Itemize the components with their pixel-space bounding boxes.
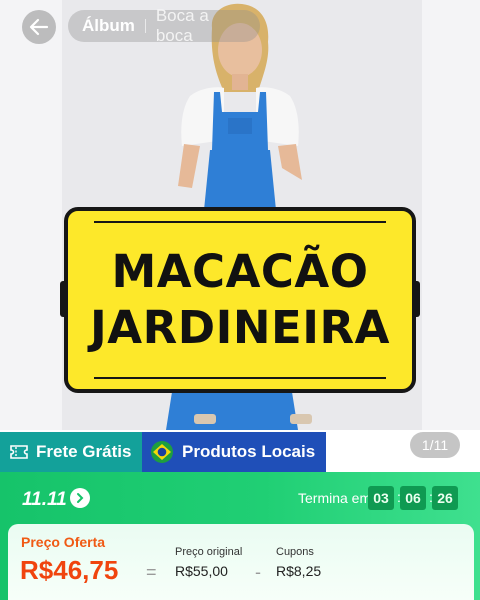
gallery-tab-bar: Álbum Boca a boca [68,6,260,45]
timer-label: Termina em [298,490,372,506]
sign-bracket-left [60,281,68,317]
product-title-sign: MACACÃO JARDINEIRA [60,207,420,393]
sign-rule-bottom [94,377,386,379]
price-card: Preço Oferta R$46,75 = Preço original R$… [8,524,474,600]
coupon-label: Cupons [276,546,314,558]
minus-sign: - [255,562,261,582]
sign-rule-top [94,221,386,223]
photo-margin-left [0,0,62,430]
promo-arrow-button[interactable] [70,488,90,508]
image-counter: 1/11 [410,432,460,458]
tab-reviews[interactable]: Boca a boca [156,6,246,46]
local-products-tag: Produtos Locais [142,432,326,472]
tab-album[interactable]: Álbum [82,16,135,36]
original-price: R$55,00 [175,563,228,579]
free-shipping-label: Frete Grátis [36,442,132,461]
sign-line-2: JARDINEIRA [90,301,390,354]
chevron-right-icon [77,493,84,503]
back-button[interactable] [22,10,56,44]
timer-hours: 03 [368,486,394,510]
offer-price: R$46,75 [20,555,119,585]
promo-title: 11.11 [22,489,67,510]
brazil-flag-icon [151,441,173,463]
free-shipping-tag: Frete Grátis [0,432,142,472]
original-price-label: Preço original [175,546,243,558]
sign-line-1: MACACÃO [111,245,369,298]
offer-price-label: Preço Oferta [21,534,106,550]
timer-minutes: 06 [400,486,426,510]
photo-margin-right [422,0,480,430]
tab-divider [144,19,146,33]
promo-banner[interactable]: 11.11 Termina em 03 : 06 : 26 Preço Ofer… [0,472,480,600]
timer-seconds: 26 [432,486,458,510]
arrow-left-icon [29,18,49,36]
equals-sign: = [146,562,157,582]
ticket-icon [10,445,28,459]
sign-bracket-right [412,281,420,317]
coupon-value: R$8,25 [276,563,322,579]
local-products-label: Produtos Locais [182,442,316,461]
